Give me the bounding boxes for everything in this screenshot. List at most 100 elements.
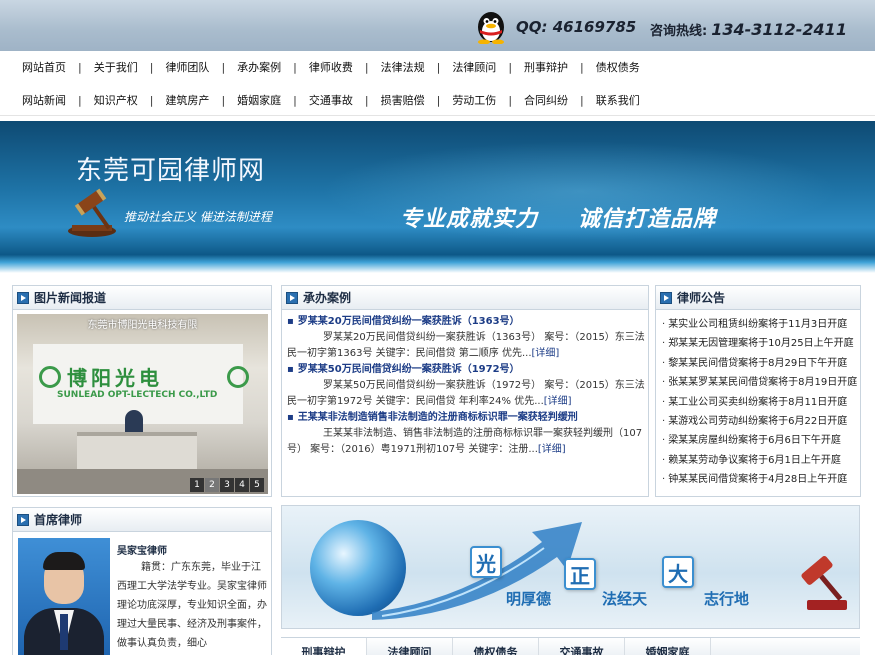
company-sign-en: SUNLEAD OPT-LECTECH CO.,LTD — [57, 390, 218, 400]
hotline: 咨询热线: 134-3112-2411 — [650, 20, 847, 39]
nav-item: | 承办案例 — [221, 59, 293, 75]
hair — [43, 552, 85, 570]
notices-panel: 律师公告 某实业公司租赁纠纷案将于11月3日开庭郑某某无因管理案将于10月25日… — [655, 285, 861, 497]
nav-link[interactable]: 律师团队 — [153, 59, 221, 75]
case-detail-link[interactable]: [详细] — [532, 348, 560, 359]
bottom-tab[interactable]: 刑事辩护 — [281, 638, 367, 655]
notice-item[interactable]: 梁某某房屋纠纷案将于6月6日下午开庭 — [662, 431, 857, 450]
company-logo-icon — [39, 366, 61, 388]
phrase-1: 明厚德 — [506, 590, 552, 608]
notice-item[interactable]: 某实业公司租赁纠纷案将于11月3日开庭 — [662, 315, 857, 334]
photo-news-panel: 图片新闻报道 博阳光电 SUNLEAD OPT-LECTECH CO.,LTD … — [12, 285, 272, 497]
nav-item: | 律师团队 — [150, 59, 222, 75]
photo-news-title[interactable]: 图片新闻报道 — [34, 289, 106, 306]
arrow-marker-icon — [17, 513, 29, 526]
nav-link[interactable]: 合同纠纷 — [512, 92, 580, 108]
chief-lawyer-title[interactable]: 首席律师 — [34, 511, 82, 528]
photo-caption[interactable]: 东莞市博阳光电科技有限 — [17, 316, 268, 331]
gavel-icon — [68, 188, 116, 237]
top-bar: QQ: 46169785 咨询热线: 134-3112-2411 — [0, 0, 875, 51]
nav-link[interactable]: 法律法规 — [369, 59, 437, 75]
case-summary-text: 罗某某50万民间借贷纠纷一案获胜诉（1972号） 案号：（2015）东三法民一初… — [287, 380, 645, 407]
nav-link[interactable]: 关于我们 — [82, 59, 150, 75]
notice-item[interactable]: 郑某某无因管理案将于10月25日上午开庭 — [662, 334, 857, 353]
pager-button[interactable]: 1 — [190, 478, 204, 492]
notice-item[interactable]: 某游戏公司劳动纠纷案将于6月22日开庭 — [662, 412, 857, 431]
bottom-tab[interactable]: 交通事故 — [539, 638, 625, 655]
nav-link[interactable]: 损害赔偿 — [369, 92, 437, 108]
case-detail-link[interactable]: [详细] — [544, 396, 572, 407]
case-summary: 罗某某50万民间借贷纠纷一案获胜诉（1972号） 案号：（2015）东三法民一初… — [287, 378, 647, 410]
pager-button[interactable]: 4 — [235, 478, 249, 492]
nav-item: | 合同纠纷 — [508, 92, 580, 108]
reception-desk — [77, 432, 197, 472]
nav-link[interactable]: 交通事故 — [297, 92, 365, 108]
case-title-link[interactable]: 罗某某50万民间借贷纠纷一案获胜诉（1972号） — [287, 362, 647, 378]
case-title-link[interactable]: 罗某某20万民间借贷纠纷一案获胜诉（1363号） — [287, 314, 647, 330]
nav-item: 网站首页 — [10, 59, 78, 75]
nav-item: | 劳动工伤 — [437, 92, 509, 108]
nav-link[interactable]: 劳动工伤 — [440, 92, 508, 108]
case-detail-link[interactable]: [详细] — [538, 444, 566, 455]
nav-item: | 损害赔偿 — [365, 92, 437, 108]
nav-link[interactable]: 建筑房产 — [153, 92, 221, 108]
nav-link[interactable]: 债权债务 — [584, 59, 652, 75]
secondary-nav: 网站新闻 | 知识产权 | 建筑房产 | 婚姻家庭 | 交通事故 | 损害赔偿 | 劳动工伤 | 合同纠纷 |… — [0, 84, 875, 116]
lawyer-name[interactable]: 吴家宝律师 — [117, 542, 167, 557]
nav-item: | 婚姻家庭 — [221, 92, 293, 108]
nav-item: | 联系我们 — [580, 92, 652, 108]
notice-item[interactable]: 钟某某民间借贷案将于4月28日上午开庭 — [662, 470, 857, 489]
bottom-tab[interactable]: 婚姻家庭 — [625, 638, 711, 655]
pager-button[interactable]: 5 — [250, 478, 264, 492]
nav-link[interactable]: 律师收费 — [297, 59, 365, 75]
nav-link[interactable]: 婚姻家庭 — [225, 92, 293, 108]
news-photo[interactable]: 博阳光电 SUNLEAD OPT-LECTECH CO.,LTD 东莞市博阳光电… — [17, 314, 268, 494]
bottom-tab[interactable]: 法律顾问 — [367, 638, 453, 655]
lawyer-photo[interactable] — [18, 538, 110, 655]
nav-item: | 律师收费 — [293, 59, 365, 75]
photo-news-header: 图片新闻报道 — [13, 286, 271, 310]
nav-link[interactable]: 网站首页 — [10, 59, 78, 75]
case-summary-text: 罗某某20万民间借贷纠纷一案获胜诉（1363号） 案号：（2015）东三法民一初… — [287, 332, 645, 359]
nav-item: | 交通事故 — [293, 92, 365, 108]
char-box-zheng: 正 — [564, 558, 596, 590]
cases-header: 承办案例 — [282, 286, 648, 310]
cases-title[interactable]: 承办案例 — [303, 289, 351, 306]
case-summary-text: 王某某非法制造、销售非法制造的注册商标标识罪一案获轻判缓刑（107号） 案号：（… — [287, 428, 643, 455]
char-box-da: 大 — [662, 556, 694, 588]
notice-item[interactable]: 赖某某劳动争议案将于6月1日上午开庭 — [662, 451, 857, 470]
bottom-tab[interactable]: 债权债务 — [453, 638, 539, 655]
arrow-marker-icon — [660, 291, 672, 304]
banner-slogan-integrity: 诚信打造品牌 — [578, 207, 717, 232]
phrase-3: 志行地 — [704, 590, 750, 608]
nav-link[interactable]: 承办案例 — [225, 59, 293, 75]
notice-item[interactable]: 某工业公司买卖纠纷案将于8月11日开庭 — [662, 393, 857, 412]
hotline-label: 咨询热线: — [650, 24, 708, 39]
gavel-icon — [801, 556, 847, 610]
promo-banner: 光 明厚德 正 法经天 大 志行地 — [281, 505, 860, 629]
pager-button[interactable]: 3 — [220, 478, 234, 492]
nav-item: | 法律顾问 — [437, 59, 509, 75]
nav-link[interactable]: 法律顾问 — [440, 59, 508, 75]
notice-item[interactable]: 黎某某民间借贷案将于8月29日下午开庭 — [662, 354, 857, 373]
nav-link[interactable]: 联系我们 — [584, 92, 652, 108]
notice-list: 某实业公司租赁纠纷案将于11月3日开庭郑某某无因管理案将于10月25日上午开庭黎… — [662, 315, 857, 490]
chief-lawyer-panel: 首席律师 吴家宝律师 籍贯：广东东莞，毕业于江西理工大学法学专业。吴家宝律师理论… — [12, 507, 272, 655]
phrase-2: 法经天 — [602, 590, 648, 608]
nav-item: | 关于我们 — [78, 59, 150, 75]
bottom-tab-bar: 刑事辩护 法律顾问 债权债务 交通事故 婚姻家庭 — [281, 637, 860, 655]
banner-slogan: 推动社会正义 催进法制进程 — [124, 210, 272, 224]
hotline-number: 134-3112-2411 — [711, 20, 847, 39]
qq-penguin-icon[interactable] — [474, 8, 508, 44]
pager-button[interactable]: 2 — [205, 478, 219, 492]
photo-pager: 12345 — [189, 478, 264, 492]
banner-slogan-professional: 专业成就实力 — [400, 207, 539, 232]
nav-item: | 建筑房产 — [150, 92, 222, 108]
nav-link[interactable]: 刑事辩护 — [512, 59, 580, 75]
nav-link[interactable]: 网站新闻 — [10, 92, 78, 108]
nav-link[interactable]: 知识产权 — [82, 92, 150, 108]
notice-item[interactable]: 张某某罗某某民间借贷案将于8月19日开庭 — [662, 373, 857, 392]
case-title-link[interactable]: 王某某非法制造销售非法制造的注册商标标识罪一案获轻判缓刑 — [287, 410, 647, 426]
notices-title[interactable]: 律师公告 — [677, 289, 725, 306]
primary-nav: 网站首页 | 关于我们 | 律师团队 | 承办案例 | 律师收费 | 法律法规 | 法律顾问 | 刑事辩护 |… — [0, 51, 875, 83]
